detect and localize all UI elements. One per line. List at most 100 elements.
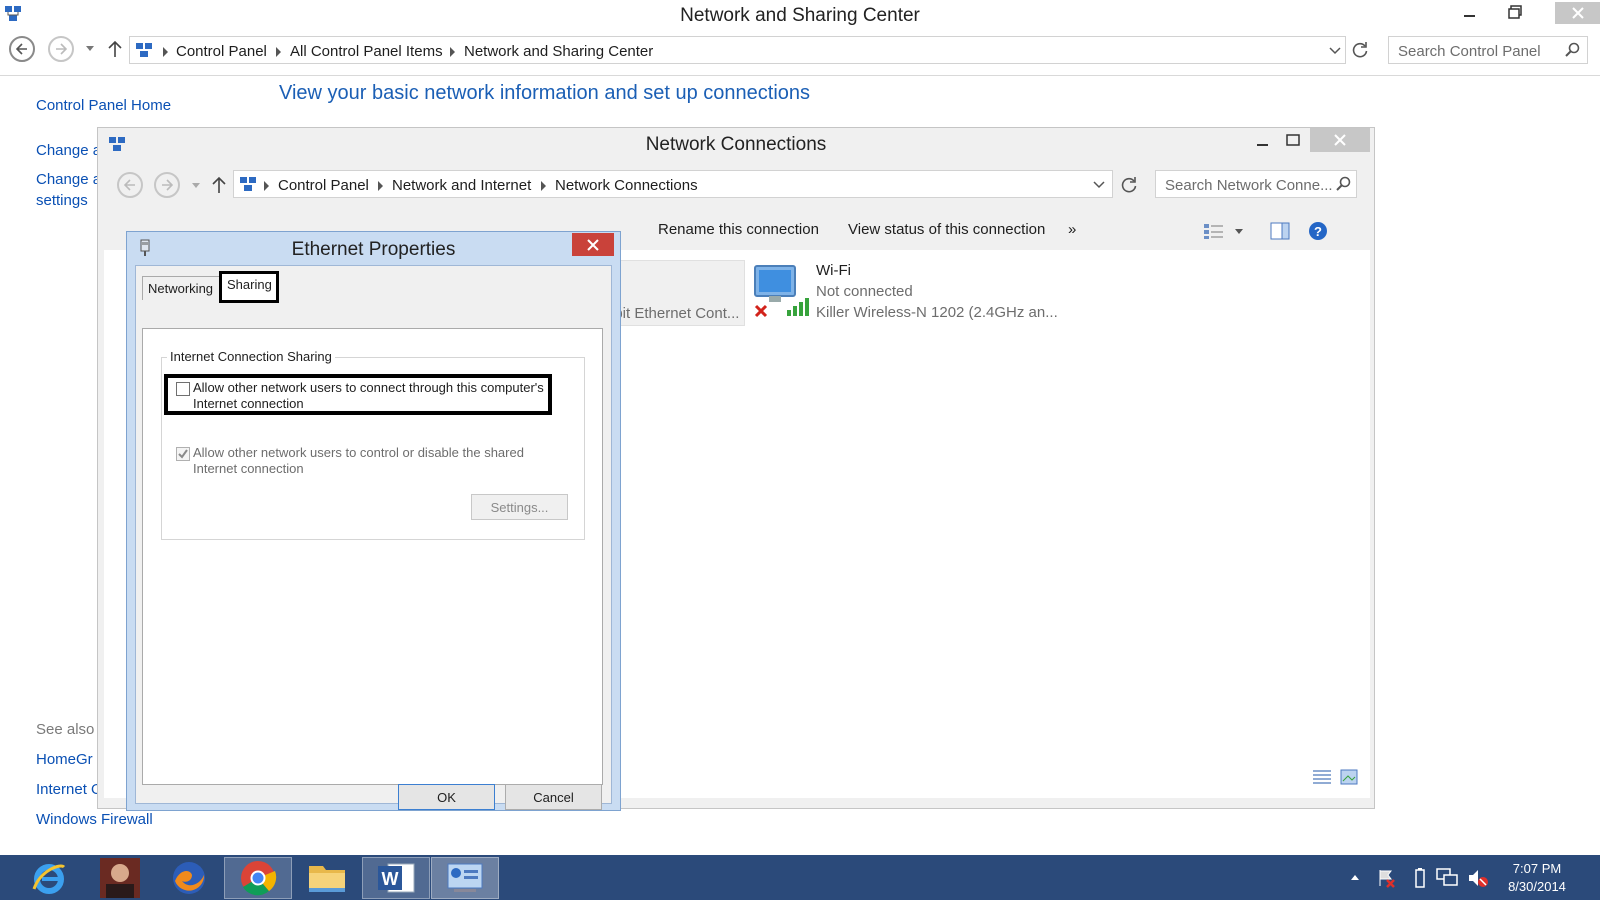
tab-sharing[interactable]: Sharing (219, 271, 279, 303)
wifi-name: Wi-Fi (816, 262, 851, 279)
clock-time: 7:07 PM (1512, 861, 1562, 876)
nc-back-button[interactable] (117, 172, 143, 198)
nc-breadcrumb-network-internet[interactable]: Network and Internet (392, 177, 531, 194)
search-icon[interactable] (1565, 42, 1580, 57)
nc-recent-locations-icon[interactable] (192, 183, 200, 189)
control-panel-location-icon (239, 176, 257, 192)
main-search-placeholder: Search Control Panel (1398, 43, 1541, 60)
change-view-icon[interactable] (1203, 222, 1225, 240)
large-icons-view-icon[interactable] (1340, 769, 1358, 785)
nc-title-bar: Network Connections (98, 128, 1374, 160)
svg-text:W: W (382, 869, 399, 889)
sidebar-change-advanced-sharing[interactable]: Change a (36, 171, 101, 188)
rename-connection-button[interactable]: Rename this connection (658, 221, 819, 238)
main-refresh-icon[interactable] (1351, 41, 1369, 59)
breadcrumb-separator-icon (163, 47, 168, 57)
file-explorer-icon[interactable] (293, 857, 361, 899)
sharing-tab-page: Internet Connection Sharing Allow other … (142, 328, 603, 785)
user-photo-icon[interactable] (86, 857, 154, 899)
nc-address-box[interactable]: Control Panel Network and Internet Netwo… (233, 170, 1113, 198)
network-tray-icon[interactable] (1436, 867, 1458, 889)
main-title-bar: Network and Sharing Center (0, 0, 1600, 30)
chrome-icon[interactable] (224, 857, 292, 899)
sidebar-homegroup-link[interactable]: HomeGr (36, 751, 93, 768)
allow-control-label[interactable]: Allow other network users to control or … (193, 445, 553, 477)
ep-dialog-body: Networking Sharing Internet Connection S… (135, 265, 612, 810)
show-hidden-icons-icon[interactable] (1350, 873, 1360, 881)
allow-control-checkbox[interactable] (176, 447, 190, 461)
main-close-button[interactable] (1555, 2, 1600, 24)
taskbar-clock[interactable]: 7:07 PM 8/30/2014 (1497, 860, 1577, 896)
svg-text:?: ? (1314, 224, 1322, 239)
main-address-box[interactable]: Control Panel All Control Panel Items Ne… (129, 36, 1346, 64)
nc-up-button[interactable] (212, 176, 226, 194)
main-window-title: Network and Sharing Center (680, 5, 920, 26)
ethernet-properties-dialog: Ethernet Properties Networking Sharing I… (126, 231, 621, 811)
breadcrumb-all-items[interactable]: All Control Panel Items (290, 43, 443, 60)
view-status-button[interactable]: View status of this connection (848, 221, 1045, 238)
sidebar-change-advanced-sharing-line2[interactable]: settings (36, 192, 88, 209)
wifi-device: Killer Wireless-N 1202 (2.4GHz an... (816, 304, 1058, 321)
main-restore-button[interactable] (1500, 0, 1530, 24)
internet-explorer-icon[interactable] (15, 857, 83, 899)
nc-close-button[interactable] (1310, 128, 1370, 152)
ics-group-title: Internet Connection Sharing (167, 349, 335, 364)
nc-breadcrumb-network-connections[interactable]: Network Connections (555, 177, 698, 194)
tab-networking-label: Networking (148, 281, 214, 296)
firefox-icon[interactable] (155, 857, 223, 899)
more-commands-button[interactable]: » (1068, 221, 1076, 238)
search-icon[interactable] (1336, 176, 1351, 191)
ep-close-button[interactable] (572, 233, 614, 256)
page-title: View your basic network information and … (279, 82, 811, 104)
tab-networking[interactable]: Networking (142, 276, 220, 300)
main-address-bar: Control Panel All Control Panel Items Ne… (0, 34, 1600, 74)
sidebar-change-adapter-settings[interactable]: Change a (36, 142, 101, 159)
breadcrumb-control-panel[interactable]: Control Panel (176, 43, 267, 60)
wifi-status: Not connected (816, 283, 913, 300)
breadcrumb-network-center[interactable]: Network and Sharing Center (464, 43, 653, 60)
settings-button[interactable]: Settings... (471, 494, 568, 520)
battery-icon[interactable] (1414, 867, 1426, 889)
main-back-button[interactable] (9, 36, 35, 62)
clock-date: 8/30/2014 (1508, 879, 1566, 894)
nc-maximize-button[interactable] (1278, 128, 1308, 152)
taskbar: W 7:07 PM 8/30/2014 (0, 855, 1600, 900)
nc-search-input[interactable]: Search Network Conne... (1155, 170, 1357, 198)
main-recent-locations-icon[interactable] (86, 46, 94, 52)
control-panel-icon[interactable] (431, 857, 499, 899)
word-icon[interactable]: W (362, 857, 430, 899)
breadcrumb-separator-icon (378, 181, 383, 191)
help-icon[interactable]: ? (1308, 221, 1328, 241)
breadcrumb-separator-icon (276, 47, 281, 57)
allow-connect-checkbox[interactable] (176, 382, 190, 396)
nc-breadcrumb-control-panel[interactable]: Control Panel (278, 177, 369, 194)
main-forward-button[interactable] (48, 36, 74, 62)
nc-minimize-button[interactable] (1248, 128, 1278, 152)
address-divider (0, 75, 1600, 76)
nc-address-dropdown-icon[interactable] (1093, 181, 1105, 189)
main-up-button[interactable] (108, 40, 122, 58)
preview-pane-icon[interactable] (1270, 222, 1290, 240)
sidebar-see-also-heading: See also (36, 721, 95, 738)
main-search-input[interactable]: Search Control Panel (1388, 36, 1588, 64)
nc-forward-button[interactable] (154, 172, 180, 198)
wifi-connection-item[interactable]: Wi-Fi Not connected Killer Wireless-N 12… (749, 260, 1069, 326)
volume-muted-icon[interactable] (1467, 867, 1489, 889)
ep-title-bar: Ethernet Properties (127, 232, 620, 266)
breadcrumb-separator-icon (450, 47, 455, 57)
nc-refresh-icon[interactable] (1120, 176, 1138, 194)
cancel-button[interactable]: Cancel (505, 784, 602, 810)
details-view-icon[interactable] (1312, 769, 1332, 785)
nc-search-placeholder: Search Network Conne... (1165, 177, 1333, 194)
view-options-dropdown-icon[interactable] (1235, 229, 1243, 235)
sidebar-control-panel-home[interactable]: Control Panel Home (36, 97, 171, 114)
sidebar-windows-firewall-link[interactable]: Windows Firewall (36, 811, 153, 828)
tab-sharing-label: Sharing (227, 277, 272, 292)
ok-button[interactable]: OK (398, 784, 495, 810)
action-center-flag-icon[interactable] (1377, 868, 1397, 888)
sidebar-internet-options-link[interactable]: Internet O (36, 781, 103, 798)
control-panel-location-icon (135, 42, 153, 58)
main-minimize-button[interactable] (1455, 0, 1485, 24)
address-dropdown-icon[interactable] (1329, 47, 1341, 55)
allow-connect-label[interactable]: Allow other network users to connect thr… (193, 380, 553, 412)
